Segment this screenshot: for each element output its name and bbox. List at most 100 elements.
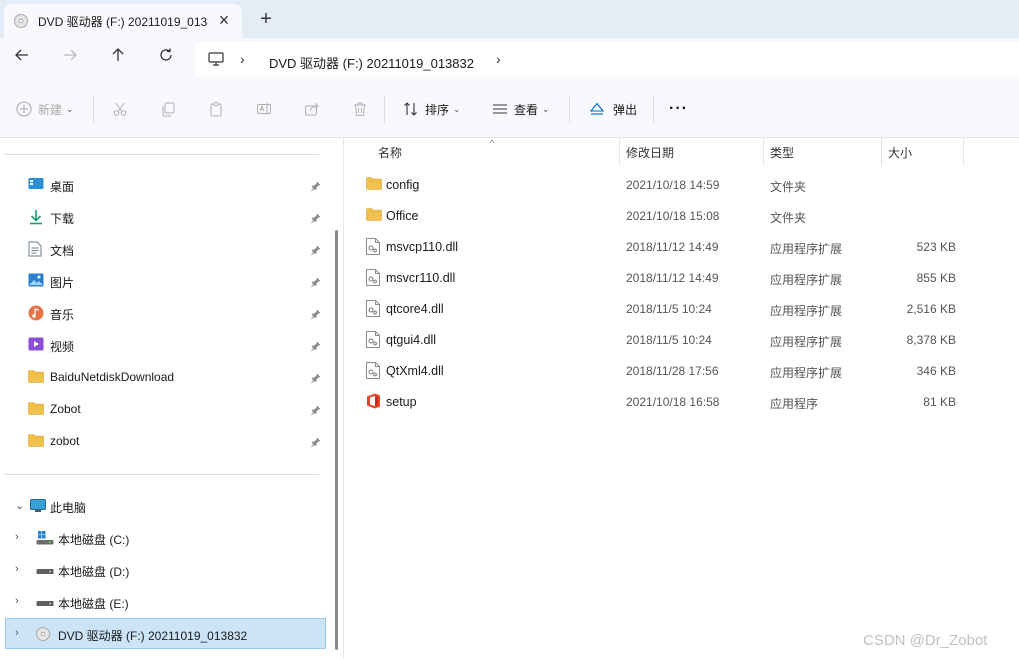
column-divider[interactable] [963, 138, 964, 166]
dll-icon [366, 331, 380, 351]
chevron-right-icon[interactable]: › [15, 563, 19, 575]
close-tab-icon[interactable]: × [214, 10, 234, 30]
file-type: 应用程序 [770, 397, 819, 411]
tree-item-this-pc[interactable]: ⌄ 此电脑 [0, 490, 330, 522]
divider [384, 95, 385, 123]
file-name: qtgui4.dll [386, 333, 437, 347]
tree-item-drive[interactable]: › 本地磁盘 (C:) [0, 522, 330, 554]
quick-access-item[interactable]: Zobot [0, 393, 330, 425]
pin-icon[interactable] [311, 212, 321, 226]
rename-button[interactable] [256, 99, 272, 119]
new-tab-button[interactable]: + [255, 8, 277, 30]
column-header-size[interactable]: 大小 [888, 144, 912, 161]
share-button[interactable] [304, 99, 320, 119]
file-row[interactable]: qtgui4.dll 2018/11/5 10:24 应用程序扩展 8,378 KB [344, 324, 1019, 355]
quick-access-item[interactable]: zobot [0, 425, 330, 457]
column-divider[interactable] [763, 138, 764, 166]
chevron-down-icon[interactable]: ⌄ [15, 499, 24, 512]
tab-dvd-drive[interactable]: DVD 驱动器 (F:) 20211019_013832 × [4, 4, 242, 38]
quick-access-item[interactable]: 图片 [0, 265, 330, 297]
sort-icon [404, 102, 417, 116]
quick-access-label: 下载 [50, 212, 75, 226]
refresh-button[interactable] [154, 47, 178, 71]
tree-item-selected-drive[interactable]: › DVD 驱动器 (F:) 20211019_013832 [0, 618, 330, 650]
file-row[interactable]: config 2021/10/18 14:59 文件夹 [344, 169, 1019, 200]
tree-item-drive[interactable]: › 本地磁盘 (D:) [0, 554, 330, 586]
quick-access-item[interactable]: 下载 [0, 201, 330, 233]
back-button[interactable] [10, 47, 34, 71]
column-divider[interactable] [881, 138, 882, 166]
view-button[interactable]: 查看 ⌄ [492, 99, 550, 119]
tree-item-label: 此电脑 [50, 501, 87, 515]
pin-icon[interactable] [311, 180, 321, 194]
quick-access-item[interactable]: BaiduNetdiskDownload [0, 361, 330, 393]
file-row[interactable]: qtcore4.dll 2018/11/5 10:24 应用程序扩展 2,516 KB [344, 293, 1019, 324]
file-size: 81 KB [923, 395, 956, 409]
quick-access-label: 文档 [50, 244, 75, 258]
file-name: qtcore4.dll [386, 302, 444, 316]
address-path[interactable]: DVD 驱动器 (F:) 20211019_013832 [269, 53, 474, 72]
file-name: msvcr110.dll [386, 271, 456, 285]
pin-icon[interactable] [311, 308, 321, 322]
more-options-button[interactable]: ··· [669, 99, 688, 119]
file-row[interactable]: Office 2021/10/18 15:08 文件夹 [344, 200, 1019, 231]
copy-button[interactable] [160, 99, 176, 119]
forward-button[interactable] [58, 47, 82, 71]
paste-button[interactable] [208, 99, 224, 119]
pin-icon[interactable] [311, 276, 321, 290]
cut-button[interactable] [112, 99, 128, 119]
column-divider[interactable] [619, 138, 620, 166]
tree-item-drive[interactable]: › 本地磁盘 (E:) [0, 586, 330, 618]
chevron-right-icon[interactable]: › [15, 627, 19, 639]
clipboard-icon [210, 102, 222, 117]
file-row[interactable]: QtXml4.dll 2018/11/28 17:56 应用程序扩展 346 KB [344, 355, 1019, 386]
column-header-date[interactable]: 修改日期 [626, 144, 674, 161]
column-header-name[interactable]: 名称 [378, 144, 402, 161]
view-list-icon [493, 104, 507, 114]
pin-icon[interactable] [311, 404, 321, 418]
address-bar[interactable]: › DVD 驱动器 (F:) 20211019_013832 › [196, 42, 1019, 77]
chevron-right-icon[interactable]: › [15, 531, 19, 543]
pin-icon[interactable] [311, 436, 321, 450]
watermark: CSDN @Dr_Zobot [863, 632, 988, 649]
divider [653, 95, 654, 123]
tab-bar: DVD 驱动器 (F:) 20211019_013832 × + [0, 0, 1019, 38]
file-date: 2021/10/18 15:08 [626, 209, 720, 223]
delete-button[interactable] [352, 99, 368, 119]
drive-icon [36, 595, 54, 612]
eject-button[interactable]: 弹出 [589, 99, 637, 119]
dvd-icon [36, 627, 50, 644]
chevron-right-icon[interactable]: › [15, 595, 19, 607]
quick-access-item[interactable]: 文档 [0, 233, 330, 265]
new-button[interactable]: 新建 ⌄ [16, 99, 74, 119]
chevron-right-icon[interactable]: › [496, 51, 501, 67]
up-button[interactable] [106, 47, 130, 71]
quick-access-label: BaiduNetdiskDownload [50, 370, 175, 384]
file-name: Office [386, 209, 419, 223]
pin-icon[interactable] [311, 244, 321, 258]
eject-label: 弹出 [613, 102, 638, 117]
file-row[interactable]: setup 2021/10/18 16:58 应用程序 81 KB [344, 386, 1019, 417]
file-date: 2018/11/28 17:56 [626, 364, 719, 378]
file-row[interactable]: msvcr110.dll 2018/11/12 14:49 应用程序扩展 855 KB [344, 262, 1019, 293]
file-date: 2021/10/18 16:58 [626, 395, 720, 409]
share-icon [305, 102, 319, 116]
file-type: 应用程序扩展 [770, 366, 843, 380]
chevron-down-icon: ⌄ [453, 103, 461, 114]
file-row[interactable]: msvcp110.dll 2018/11/12 14:49 应用程序扩展 523 KB [344, 231, 1019, 262]
file-date: 2018/11/12 14:49 [626, 271, 719, 285]
folder-icon [28, 401, 44, 417]
chevron-right-icon[interactable]: › [240, 51, 245, 67]
file-date: 2018/11/5 10:24 [626, 333, 712, 347]
sort-button[interactable]: 排序 ⌄ [403, 99, 461, 119]
nav-scrollbar[interactable] [335, 230, 338, 650]
pin-icon[interactable] [311, 340, 321, 354]
column-header-type[interactable]: 类型 [770, 144, 794, 161]
quick-access-item[interactable]: 视频 [0, 329, 330, 361]
pin-icon[interactable] [311, 372, 321, 386]
drive-icon [36, 563, 54, 580]
quick-access-item[interactable]: 桌面 [0, 169, 330, 201]
file-type: 应用程序扩展 [770, 304, 843, 318]
file-type: 应用程序扩展 [770, 242, 843, 256]
quick-access-item[interactable]: 音乐 [0, 297, 330, 329]
